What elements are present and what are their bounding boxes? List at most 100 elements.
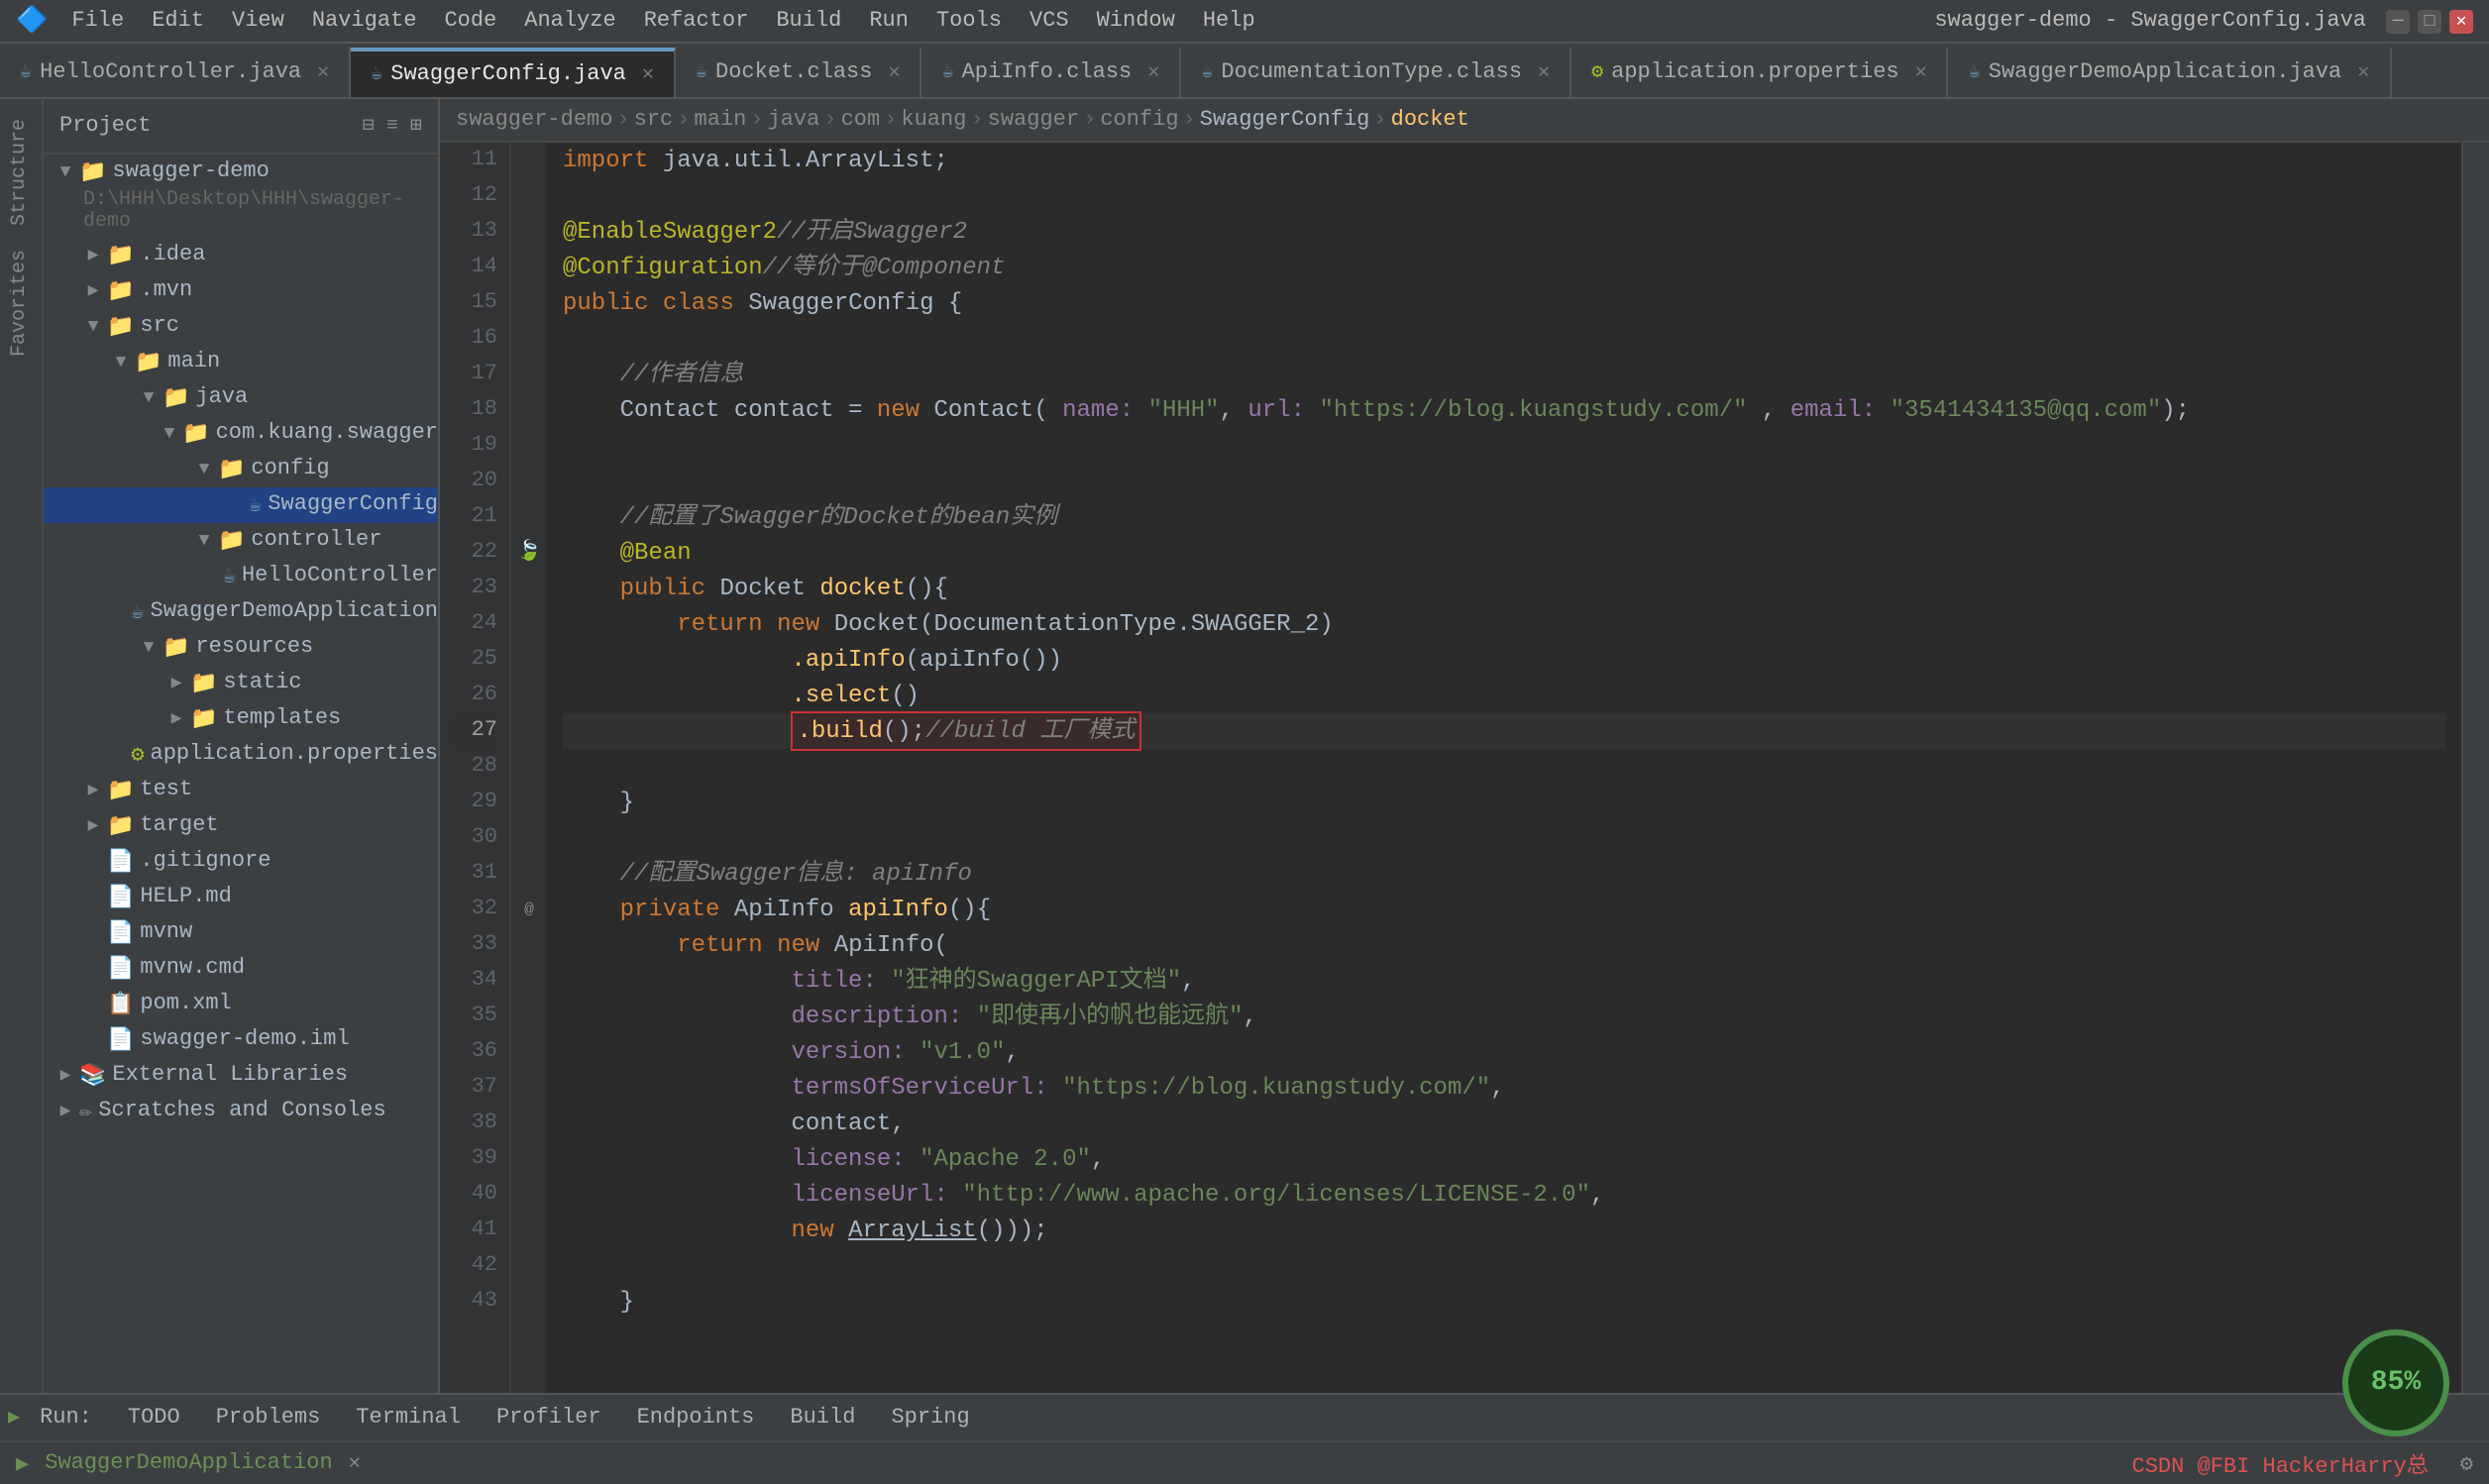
structure-tab[interactable]: Structure [4,107,38,238]
tree-item-label: config [251,458,329,481]
tab-close-icon[interactable]: ✕ [888,60,900,84]
tab-close-icon[interactable]: ✕ [1915,60,1927,84]
tree-root[interactable]: ▼ 📁 swagger-demo [44,155,438,190]
tree-swagger-demo-iml[interactable]: 📄 swagger-demo.iml [44,1022,438,1058]
code-line [563,749,2445,785]
tree-swagger-demo-app[interactable]: ☕ SwaggerDemoApplication [44,594,438,630]
tab-close-icon[interactable]: ✕ [1147,60,1159,84]
tab-close-icon[interactable]: ✕ [2357,60,2369,84]
menu-code[interactable]: Code [432,5,508,37]
menu-window[interactable]: Window [1085,5,1187,37]
menu-vcs[interactable]: VCS [1018,5,1081,37]
line-num: 32 [452,892,497,927]
indent [563,499,620,535]
main-layout: Structure Favorites Project ⊟ ≡ ⊞ ▼ 📁 sw… [0,99,2489,1393]
tree-static[interactable]: ▶ 📁 static [44,666,438,701]
tab-apiinfo[interactable]: ☕ ApiInfo.class ✕ [922,48,1182,97]
tree-item-label: mvnw.cmd [140,957,245,981]
favorites-tab[interactable]: Favorites [4,238,38,369]
endpoints-button[interactable]: Endpoints [621,1402,771,1433]
tree-controller[interactable]: ▼ 📁 controller [44,523,438,559]
folder-icon: 📁 [190,670,217,697]
maximize-button[interactable]: □ [2418,9,2441,33]
menu-help[interactable]: Help [1191,5,1267,37]
build-highlight: .build();//build 工厂模式 [791,711,1140,751]
problems-button[interactable]: Problems [200,1402,337,1433]
menu-edit[interactable]: Edit [140,5,216,37]
menu-view[interactable]: View [220,5,296,37]
folder-icon: 📁 [162,634,189,662]
tab-swagger-demo-app[interactable]: ☕ SwaggerDemoApplication.java ✕ [1949,48,2392,97]
minimize-button[interactable]: ─ [2386,9,2410,33]
line-num: 34 [452,963,497,999]
code-line: license: "Apache 2.0", [563,1141,2445,1177]
editor-scroll[interactable]: 11 12 13 14 15 16 17 18 19 20 21 22 23 2… [440,143,2489,1393]
tree-mvn[interactable]: ▶ 📁 .mvn [44,273,438,309]
gutter-line [511,678,547,713]
run-close[interactable]: ✕ [349,1451,361,1475]
tree-pom-xml[interactable]: 📋 pom.xml [44,987,438,1022]
tree-app-properties[interactable]: ⚙ application.properties [44,737,438,773]
gutter-line [511,250,547,285]
tree-idea[interactable]: ▶ 📁 .idea [44,238,438,273]
param: url: [1247,392,1305,428]
build-button[interactable]: Build [774,1402,871,1433]
tab-application-properties[interactable]: ⚙ application.properties ✕ [1571,48,1949,97]
tree-scratches[interactable]: ▶ ✏ Scratches and Consoles [44,1094,438,1129]
tree-arrow: ▶ [79,246,107,265]
tree-hello-controller[interactable]: ☕ HelloController [44,559,438,594]
tree-test[interactable]: ▶ 📁 test [44,773,438,808]
tab-close-icon[interactable]: ✕ [317,60,329,84]
tab-swagger-config[interactable]: ☕ SwaggerConfig.java ✕ [351,48,676,97]
tab-documentation-type[interactable]: ☕ DocumentationType.class ✕ [1181,48,1571,97]
menu-navigate[interactable]: Navigate [300,5,429,37]
tab-close-icon[interactable]: ✕ [1538,60,1550,84]
settings-icon[interactable]: ⚙ [2460,1449,2473,1477]
tree-mvnw-cmd[interactable]: 📄 mvnw.cmd [44,951,438,987]
terminal-button[interactable]: Terminal [340,1402,477,1433]
menu-analyze[interactable]: Analyze [512,5,627,37]
keyword: import [563,143,663,178]
menu-run[interactable]: Run [857,5,920,37]
tree-external-libraries[interactable]: ▶ 📚 External Libraries [44,1058,438,1094]
tree-gitignore[interactable]: 📄 .gitignore [44,844,438,880]
tree-swagger-config[interactable]: ☕ SwaggerConfig [44,487,438,523]
tree-main[interactable]: ▼ 📁 main [44,345,438,380]
code-text [1134,392,1147,428]
run-button[interactable]: Run: [24,1402,108,1433]
code-text: Contact( [934,392,1063,428]
tree-item-label: HELP.md [140,886,231,909]
tree-target[interactable]: ▶ 📁 target [44,808,438,844]
tree-templates[interactable]: ▶ 📁 templates [44,701,438,737]
code-area[interactable]: import java.util.ArrayList; @EnableSwagg… [547,143,2461,1393]
keyword: return [677,927,777,963]
tree-java[interactable]: ▼ 📁 java [44,380,438,416]
spring-button[interactable]: Spring [875,1402,985,1433]
gutter-line [511,749,547,785]
root-path: D:\HHH\Desktop\HHH\swagger-demo [44,190,438,238]
tree-com-kuang[interactable]: ▼ 📁 com.kuang.swagger [44,416,438,452]
keyword: new [777,927,834,963]
tree-help-md[interactable]: 📄 HELP.md [44,880,438,915]
xml-file-icon: 📋 [107,991,134,1018]
menu-tools[interactable]: Tools [924,5,1014,37]
close-button[interactable]: ✕ [2449,9,2473,33]
tab-close-icon[interactable]: ✕ [642,62,654,86]
menu-file[interactable]: File [59,5,136,37]
tab-hello-controller[interactable]: ☕ HelloController.java ✕ [0,48,351,97]
todo-button[interactable]: TODO [112,1402,196,1433]
tree-config[interactable]: ▼ 📁 config [44,452,438,487]
indent [563,1177,791,1213]
breadcrumb-separator: › [1373,108,1386,132]
indent [563,1070,791,1106]
tab-label: HelloController.java [40,60,301,84]
menu-refactor[interactable]: Refactor [632,5,761,37]
tree-mvnw[interactable]: 📄 mvnw [44,915,438,951]
code-line-highlighted: .build();//build 工厂模式 [563,713,2445,749]
menu-build[interactable]: Build [764,5,853,37]
tree-src[interactable]: ▼ 📁 src [44,309,438,345]
tab-docket[interactable]: ☕ Docket.class ✕ [676,48,922,97]
profiler-button[interactable]: Profiler [481,1402,617,1433]
line-num: 12 [452,178,497,214]
tree-resources[interactable]: ▼ 📁 resources [44,630,438,666]
